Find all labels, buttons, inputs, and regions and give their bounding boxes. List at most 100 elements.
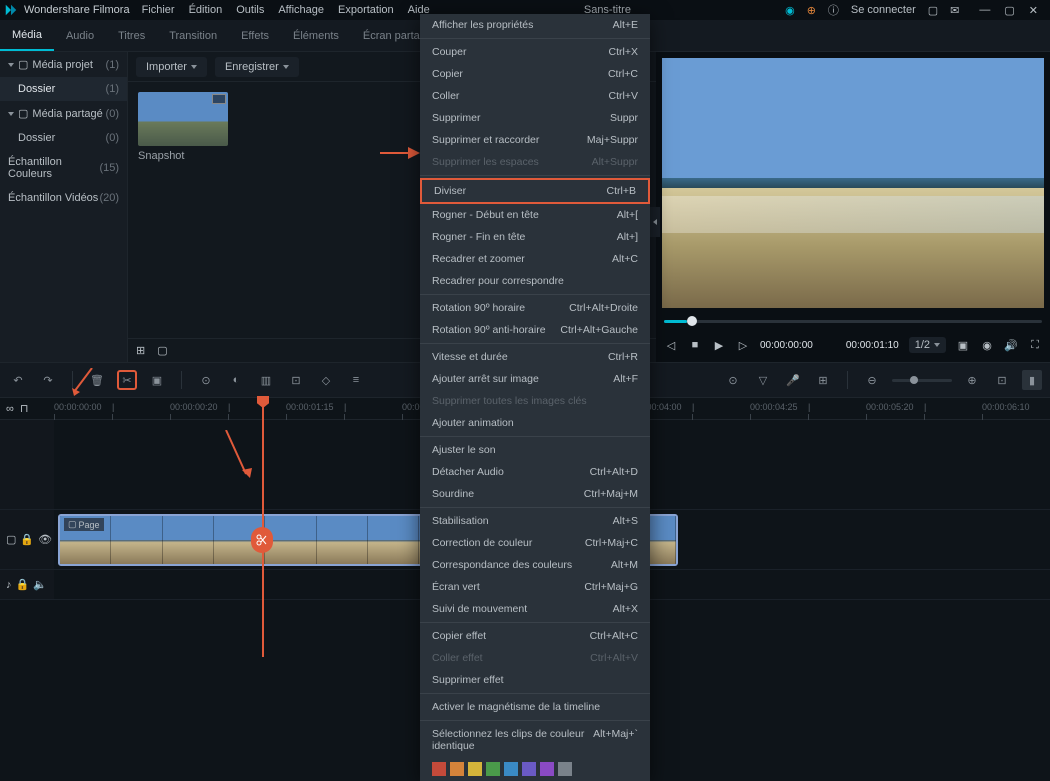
menu-view[interactable]: Affichage	[278, 4, 324, 16]
link-icon[interactable]: ∞	[6, 403, 14, 415]
mail-icon[interactable]: ✉	[950, 4, 959, 17]
context-menu-item[interactable]: Supprimer et raccorderMaj+Suppr	[420, 129, 650, 151]
context-menu-item[interactable]: Correspondance des couleursAlt+M	[420, 554, 650, 576]
context-menu-item[interactable]: Afficher les propriétésAlt+E	[420, 14, 650, 36]
next-frame-icon[interactable]: ▷	[736, 338, 750, 352]
context-menu-item[interactable]: Supprimer effet	[420, 669, 650, 691]
tab-audio[interactable]: Audio	[54, 20, 106, 51]
tab-transition[interactable]: Transition	[157, 20, 229, 51]
context-menu-item[interactable]: Ajouter arrêt sur imageAlt+F	[420, 368, 650, 390]
context-menu-item[interactable]: Ajuster le son	[420, 439, 650, 461]
context-menu-item[interactable]: CopierCtrl+C	[420, 63, 650, 85]
color-swatch[interactable]	[522, 762, 536, 776]
context-menu-item[interactable]: Rotation 90º horaireCtrl+Alt+Droite	[420, 297, 650, 319]
lane-mute-icon[interactable]: 👁	[38, 533, 52, 546]
sidebar-item-shared-media[interactable]: ▢ Média partagé (0)	[0, 101, 127, 126]
marker-icon[interactable]: ▽	[753, 370, 773, 390]
color-swatch[interactable]	[450, 762, 464, 776]
media-item[interactable]: Snapshot	[138, 92, 228, 328]
folder-icon[interactable]: ▢	[157, 344, 167, 357]
tab-effects[interactable]: Effets	[229, 20, 281, 51]
lane-lock-icon[interactable]: 🔒	[16, 578, 30, 591]
tab-elements[interactable]: Éléments	[281, 20, 351, 51]
color-swatch[interactable]	[540, 762, 554, 776]
context-menu-item[interactable]: Écran vertCtrl+Maj+G	[420, 576, 650, 598]
context-menu-item[interactable]: SourdineCtrl+Maj+M	[420, 483, 650, 505]
color-icon[interactable]: ◐	[226, 370, 246, 390]
snapshot-icon[interactable]: ◉	[980, 338, 994, 352]
sidebar-item-color-samples[interactable]: Échantillon Couleurs (15)	[0, 150, 127, 186]
menu-file[interactable]: Fichier	[142, 4, 175, 16]
info-icon[interactable]: ⓘ	[828, 2, 839, 18]
mixer-icon[interactable]: ⊞	[813, 370, 833, 390]
close-icon[interactable]: ✕	[1029, 4, 1038, 17]
cart-icon[interactable]: ⊕	[807, 4, 816, 17]
add-folder-icon[interactable]: ⊞	[136, 344, 145, 357]
context-menu-item[interactable]: Rogner - Fin en têteAlt+]	[420, 226, 650, 248]
delete-icon[interactable]: 🗑	[87, 370, 107, 390]
sidebar-item-folder[interactable]: Dossier (1)	[0, 77, 127, 101]
context-menu-item[interactable]: CouperCtrl+X	[420, 41, 650, 63]
context-menu-item[interactable]: SupprimerSuppr	[420, 107, 650, 129]
color-swatch[interactable]	[468, 762, 482, 776]
page-indicator[interactable]: 1/2	[909, 337, 946, 353]
maximize-icon[interactable]: ▢	[1004, 4, 1014, 17]
settings-icon[interactable]: ≡	[346, 370, 366, 390]
menu-export[interactable]: Exportation	[338, 4, 394, 16]
color-swatch[interactable]	[504, 762, 518, 776]
prev-frame-icon[interactable]: ◁	[664, 338, 678, 352]
redo-icon[interactable]: ↷	[38, 370, 58, 390]
volume-icon[interactable]: 🔊	[1004, 338, 1018, 352]
context-menu-item[interactable]: Rotation 90º anti-horaireCtrl+Alt+Gauche	[420, 319, 650, 341]
pip-icon[interactable]: ▣	[956, 338, 970, 352]
context-menu-item[interactable]: Activer le magnétisme de la timeline	[420, 696, 650, 718]
collapse-handle[interactable]	[650, 207, 660, 237]
context-menu-item[interactable]: Rogner - Début en têteAlt+[	[420, 204, 650, 226]
lane-mute-icon[interactable]: 🔈	[33, 578, 47, 591]
tab-media[interactable]: Média	[0, 20, 54, 51]
zoom-out-icon[interactable]: ⊖	[862, 370, 882, 390]
context-menu-item[interactable]: CollerCtrl+V	[420, 85, 650, 107]
context-menu-item[interactable]: DiviserCtrl+B	[420, 178, 650, 204]
sidebar-item-video-samples[interactable]: Échantillon Vidéos (20)	[0, 186, 127, 210]
zoom-slider[interactable]	[892, 379, 952, 382]
speed-icon[interactable]: ⊙	[196, 370, 216, 390]
context-menu-item[interactable]: Suivi de mouvementAlt+X	[420, 598, 650, 620]
color-swatch[interactable]	[486, 762, 500, 776]
record-icon[interactable]: ⊙	[723, 370, 743, 390]
play-icon[interactable]: ▶	[712, 338, 726, 352]
headset-icon[interactable]: ◉	[785, 4, 795, 17]
undo-icon[interactable]: ↶	[8, 370, 28, 390]
meter-icon[interactable]: ▮	[1022, 370, 1042, 390]
tab-titles[interactable]: Titres	[106, 20, 157, 51]
minimize-icon[interactable]: —	[979, 4, 990, 17]
zoom-in-icon[interactable]: ⊕	[962, 370, 982, 390]
menu-edit[interactable]: Édition	[189, 4, 223, 16]
context-menu-item[interactable]: Copier effetCtrl+Alt+C	[420, 625, 650, 647]
split-icon[interactable]: ✂	[117, 370, 137, 390]
context-menu-item[interactable]: Ajouter animation	[420, 412, 650, 434]
fullscreen-icon[interactable]: ⛶	[1028, 338, 1042, 352]
stop-icon[interactable]: ■	[688, 338, 702, 352]
greenscreen-icon[interactable]: ▥	[256, 370, 276, 390]
scrubber-thumb[interactable]	[687, 316, 697, 326]
color-swatch[interactable]	[558, 762, 572, 776]
context-menu-item[interactable]: Vitesse et duréeCtrl+R	[420, 346, 650, 368]
lane-lock-icon[interactable]: 🔒	[20, 533, 34, 546]
context-menu-item[interactable]: Recadrer pour correspondre	[420, 270, 650, 292]
preview-scrubber[interactable]	[656, 314, 1050, 328]
save-icon[interactable]: ▢	[928, 4, 938, 17]
context-menu-item[interactable]: Sélectionnez les clips de couleur identi…	[420, 723, 650, 757]
lane-audio-icon[interactable]: ♪	[6, 579, 12, 591]
keyframe-icon[interactable]: ◇	[316, 370, 336, 390]
context-menu-item[interactable]: Recadrer et zoomerAlt+C	[420, 248, 650, 270]
crop-icon[interactable]: ▣	[147, 370, 167, 390]
context-menu-item[interactable]: StabilisationAlt+S	[420, 510, 650, 532]
sidebar-item-folder-2[interactable]: Dossier (0)	[0, 126, 127, 150]
color-swatch[interactable]	[432, 762, 446, 776]
mic-icon[interactable]: 🎤	[783, 370, 803, 390]
import-button[interactable]: Importer	[136, 57, 207, 77]
context-menu-item[interactable]: Détacher AudioCtrl+Alt+D	[420, 461, 650, 483]
preview-video[interactable]	[662, 58, 1044, 308]
context-menu-item[interactable]: Correction de couleurCtrl+Maj+C	[420, 532, 650, 554]
